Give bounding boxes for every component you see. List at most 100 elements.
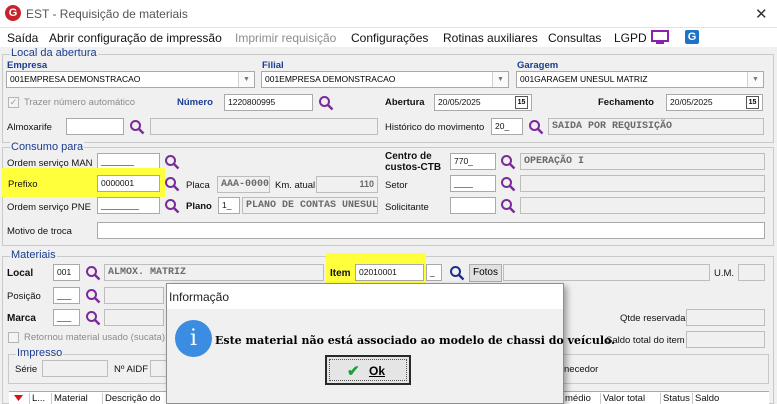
help-logo-icon[interactable]: G [685,30,699,44]
search-icon[interactable] [449,265,465,281]
marca-input[interactable]: ___ [53,309,80,326]
search-icon[interactable] [85,265,101,281]
group-title-abertura: Local da abertura [10,47,98,59]
naidf-label: Nº AIDF [114,364,149,375]
search-icon[interactable] [500,154,516,170]
local-label: Local [7,268,34,279]
centro-desc: OPERAÇÃO I [520,153,765,170]
search-icon[interactable] [528,119,544,135]
fotos-button[interactable]: Fotos [469,264,502,282]
group-title-impresso: Impresso [16,347,64,359]
search-icon[interactable] [500,198,516,214]
qtde-reservada-label: Qtde reservada [620,313,686,324]
search-icon[interactable] [318,95,334,111]
chevron-down-icon[interactable]: ▼ [747,72,763,87]
menu-abrir-config[interactable]: Abrir configuração de impressão [49,31,222,45]
menu-rotinas[interactable]: Rotinas auxiliares [443,31,538,45]
calendar-icon[interactable]: 15 [746,96,759,109]
centro-label-2: custos-CTB [385,162,442,173]
empresa-label: Empresa [7,60,48,71]
almoxarife-label: Almoxarife [7,122,52,133]
ok-button[interactable]: ✔ Ok [325,355,411,385]
plano-label: Plano [186,201,212,212]
centro-input[interactable]: 770_ [450,153,496,170]
setor-input[interactable]: ____ [450,175,496,192]
um-label: U.M. [714,268,735,279]
motivo-label: Motivo de troca [7,226,72,237]
filial-select[interactable]: 001EMPRESA DEMONSTRACAO ▼ [261,71,509,88]
chevron-down-icon[interactable]: ▼ [238,72,254,87]
grid-col-valor-total[interactable]: Valor total [600,393,645,404]
qtde-reservada-value [686,309,765,326]
km-label: Km. atual [275,180,316,191]
menu-consultas[interactable]: Consultas [548,31,601,45]
menu-configuracoes[interactable]: Configurações [351,31,428,45]
numero-label: Número [177,97,213,108]
sort-down-icon[interactable] [14,395,23,401]
ok-label: Ok [369,364,386,378]
chevron-down-icon[interactable]: ▼ [492,72,508,87]
app-logo-icon: G [5,5,21,21]
search-icon[interactable] [500,176,516,192]
setor-label: Setor [385,180,408,191]
retornou-label: Retornou material usado (sucata) [24,332,165,343]
serie-value [42,360,108,377]
os-pne-input[interactable]: ________ [97,197,160,214]
empresa-select[interactable]: 001EMPRESA DEMONSTRACAO ▼ [6,71,255,88]
posicao-label: Posição [7,291,41,302]
numero-input[interactable]: 1220800995 [224,94,313,111]
marca-desc [104,309,164,326]
group-title-consumo: Consumo para [10,141,85,153]
search-icon[interactable] [164,198,180,214]
solicitante-input[interactable] [450,197,496,214]
garagem-label: Garagem [517,60,559,71]
menu-imprimir: Imprimir requisição [235,31,337,45]
prefixo-input[interactable]: 0000001 [97,175,160,192]
almoxarife-input[interactable] [66,118,124,135]
search-icon[interactable] [164,176,180,192]
local-input[interactable]: 001 [53,264,80,281]
filial-label: Filial [262,60,284,71]
search-icon[interactable] [164,154,180,170]
calendar-icon[interactable]: 15 [515,96,528,109]
saldo-total-label: Saldo total do item [606,335,685,346]
item-input[interactable]: 02010001 [355,264,424,281]
search-icon[interactable] [85,310,101,326]
garagem-select[interactable]: 001GARAGEM UNESUL MATRIZ ▼ [516,71,764,88]
placa-label: Placa [186,180,210,191]
menu-saida[interactable]: Saída [7,31,38,45]
plano-input[interactable]: 1_ [218,197,240,214]
plano-desc: PLANO DE CONTAS UNESUL [242,197,378,214]
retornou-checkbox[interactable] [8,332,19,343]
trazer-checkbox[interactable]: ✓ [8,97,19,108]
posicao-input[interactable]: ___ [53,287,80,304]
historico-input[interactable]: 20_ [491,118,523,135]
dialog-title: Informação [167,284,563,309]
trazer-label: Trazer número automático [24,97,136,108]
item-desc [503,264,710,281]
search-icon[interactable] [129,119,145,135]
um-value [738,264,765,281]
close-icon[interactable]: ✕ [755,5,768,23]
grid-col-status[interactable]: Status [660,393,690,404]
posicao-desc [104,287,164,304]
grid-col-medio[interactable]: médio [563,393,591,404]
local-desc: ALMOX. MATRIZ [104,264,324,281]
dialog-message: Este material não está associado ao mode… [215,334,615,347]
grid-col-saldo[interactable]: Saldo [692,393,719,404]
monitor-icon[interactable] [651,30,669,45]
km-value: 110 [316,176,378,193]
grid-col-descricao[interactable]: Descrição do [102,393,160,404]
menu-lgpd[interactable]: LGPD [614,31,647,45]
centro-label-1: Centro de [385,151,432,162]
grid-col-local[interactable]: L... [29,393,45,404]
fechamento-label: Fechamento [598,97,654,108]
motivo-input[interactable] [97,222,765,239]
marca-label: Marca [7,313,36,324]
group-title-materiais: Materiais [10,249,57,261]
title-bar: G EST - Requisição de materiais ✕ [0,0,777,28]
item-suffix-input[interactable]: _ [426,264,442,281]
grid-col-material[interactable]: Material [51,393,88,404]
check-icon: ✔ [347,363,360,380]
search-icon[interactable] [85,288,101,304]
